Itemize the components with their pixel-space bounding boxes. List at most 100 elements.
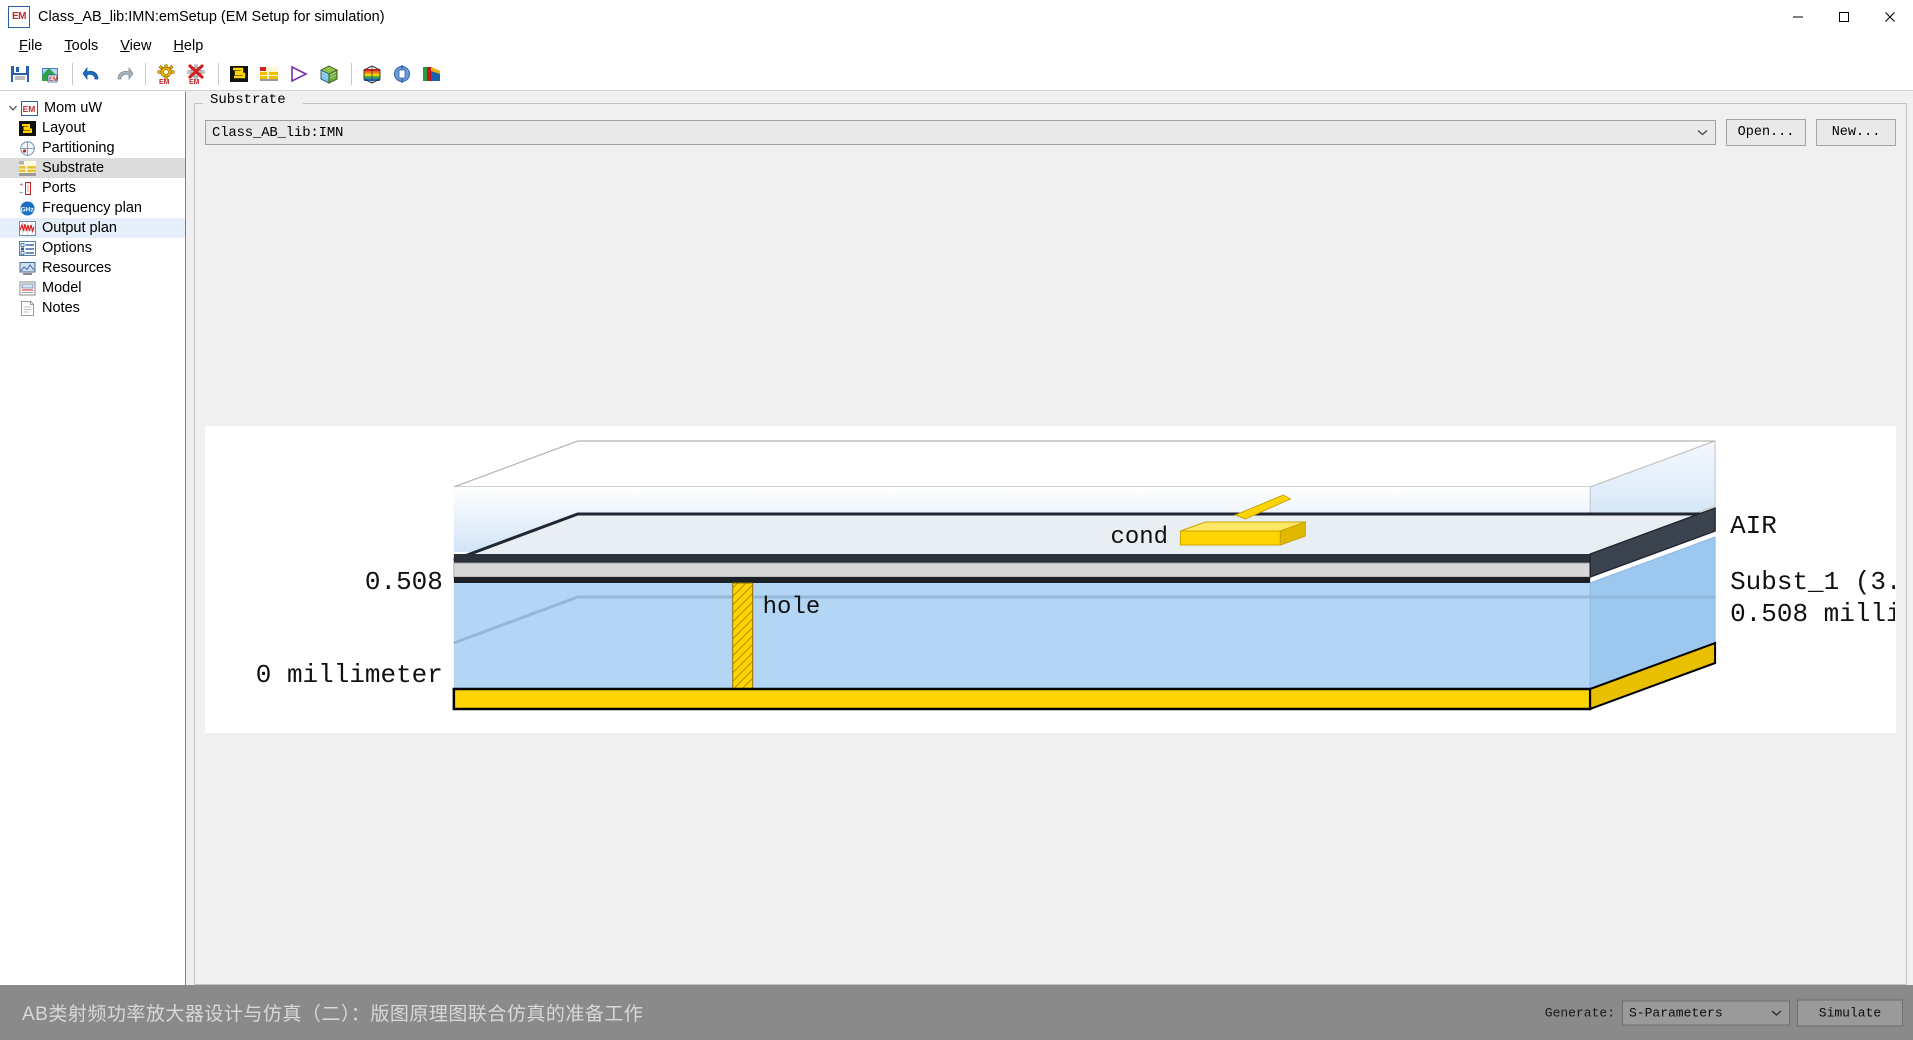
output-plan-icon: [18, 220, 37, 237]
window-controls: [1775, 0, 1913, 33]
menu-view[interactable]: View: [109, 36, 162, 56]
app-icon: EM: [8, 5, 30, 28]
sidebar-item-model[interactable]: Model: [0, 278, 185, 298]
substrate-icon: [18, 160, 37, 177]
notes-icon: [18, 300, 37, 317]
ports-icon[interactable]: [388, 60, 416, 88]
em-delete-icon[interactable]: EM: [182, 60, 210, 88]
new-button[interactable]: New...: [1816, 119, 1896, 146]
title-bar: EM Class_AB_lib:IMN:emSetup (EM Setup fo…: [0, 0, 1913, 34]
sidebar-label: Frequency plan: [42, 199, 142, 216]
em-settings-icon[interactable]: EM: [152, 60, 180, 88]
toolbar-separator: [72, 63, 73, 85]
layout-icon: [18, 120, 37, 137]
groupbox-content: Class_AB_lib:IMN Open... New... 0.508 0 …: [195, 103, 1906, 984]
sidebar-label: Resources: [42, 259, 112, 276]
toolbar: EM EM EM: [0, 58, 1913, 91]
ghz-icon: GHz: [18, 200, 37, 217]
air-label: AIR: [1730, 511, 1777, 541]
svg-text:+: +: [20, 182, 24, 188]
chevron-down-icon[interactable]: [1697, 121, 1708, 144]
svg-text:EM: EM: [49, 77, 58, 83]
ports-icon: + –: [18, 180, 37, 197]
generate-label: Generate:: [1544, 1005, 1615, 1020]
options-icon: [18, 240, 37, 257]
substrate-cross-section: 0.508 0 millimeter AIR Subst_1 (3.38) 0.…: [206, 427, 1895, 732]
main-body: EM Mom uW Layout Partitioning Substrate …: [0, 91, 1913, 985]
generate-controls: Generate: S-Parameters Simulate: [1545, 999, 1903, 1026]
svg-text:EM: EM: [23, 104, 36, 114]
substrate-label: Subst_1 (3.38): [1730, 567, 1895, 597]
simulate-button[interactable]: Simulate: [1797, 999, 1903, 1026]
sidebar-item-resources[interactable]: Resources: [0, 258, 185, 278]
substrate-combo[interactable]: Class_AB_lib:IMN: [205, 120, 1716, 145]
layout-icon[interactable]: [225, 60, 253, 88]
watermark-text: AB类射频功率放大器设计与仿真（二）：版图原理图联合仿真的准备工作: [22, 1004, 644, 1025]
menu-file[interactable]: File: [8, 36, 53, 56]
substrate-3d-view[interactable]: 0.508 0 millimeter AIR Subst_1 (3.38) 0.…: [205, 426, 1896, 733]
em-setup-window: EM Class_AB_lib:IMN:emSetup (EM Setup fo…: [0, 0, 1913, 1040]
hole-label: hole: [763, 594, 821, 621]
svg-text:–: –: [20, 190, 24, 196]
status-bar: AB类射频功率放大器设计与仿真（二）：版图原理图联合仿真的准备工作 Genera…: [0, 985, 1913, 1040]
svg-text:EM: EM: [159, 79, 170, 85]
substrate-icon[interactable]: [255, 60, 283, 88]
expand-chevron-icon[interactable]: [6, 103, 20, 113]
minimize-button[interactable]: [1775, 0, 1821, 33]
menu-bar: File Tools View Help: [0, 34, 1913, 58]
tree-root-label: Mom uW: [44, 99, 102, 116]
sidebar-label: Notes: [42, 299, 80, 316]
sidebar-label: Substrate: [42, 159, 105, 176]
svg-text:GHz: GHz: [21, 206, 35, 213]
height-label-bottom: 0 millimeter: [256, 660, 443, 690]
substrate-thickness-label: 0.508 millimeter: [1730, 599, 1895, 629]
sidebar-item-frequency-plan[interactable]: GHz Frequency plan: [0, 198, 185, 218]
em-icon: EM: [20, 100, 39, 117]
generate-combo-value: S-Parameters: [1629, 1005, 1723, 1020]
groupbox-label: Substrate: [205, 92, 291, 108]
sidebar-label: Partitioning: [42, 139, 115, 156]
resources-icon: [18, 260, 37, 277]
sidebar-item-partitioning[interactable]: Partitioning: [0, 138, 185, 158]
rainbow-cube-icon[interactable]: [358, 60, 386, 88]
mesh-cube-icon[interactable]: [315, 60, 343, 88]
save-icon[interactable]: [6, 60, 34, 88]
sidebar-label: Output plan: [42, 219, 117, 236]
toolbar-separator: [145, 63, 146, 85]
generate-combo[interactable]: S-Parameters: [1622, 1000, 1790, 1025]
chevron-down-icon[interactable]: [1771, 1001, 1782, 1024]
sidebar-item-notes[interactable]: Notes: [0, 298, 185, 318]
sidebar-item-layout[interactable]: Layout: [0, 118, 185, 138]
close-button[interactable]: [1867, 0, 1913, 33]
substrate-combo-value: Class_AB_lib:IMN: [212, 124, 344, 141]
partitioning-icon: [18, 140, 37, 157]
undo-icon[interactable]: [79, 60, 107, 88]
maximize-button[interactable]: [1821, 0, 1867, 33]
sidebar-item-ports[interactable]: + – Ports: [0, 178, 185, 198]
window-title: Class_AB_lib:IMN:emSetup (EM Setup for s…: [38, 8, 385, 25]
setup-tree: EM Mom uW Layout Partitioning Substrate …: [0, 91, 186, 985]
model-icon: [18, 280, 37, 297]
tree-root-mom-uw[interactable]: EM Mom uW: [0, 98, 185, 118]
substrate-canvas-wrap: 0.508 0 millimeter AIR Subst_1 (3.38) 0.…: [205, 146, 1896, 974]
sidebar-item-options[interactable]: Options: [0, 238, 185, 258]
save-em-icon[interactable]: EM: [36, 60, 64, 88]
conductor-label: cond: [1110, 524, 1168, 551]
toolbar-separator: [218, 63, 219, 85]
menu-help[interactable]: Help: [162, 36, 214, 56]
substrate-editor: Substrate Class_AB_lib:IMN Open... New..…: [186, 91, 1913, 985]
menu-tools[interactable]: Tools: [53, 36, 109, 56]
sidebar-label: Ports: [42, 179, 76, 196]
sidebar-item-output-plan[interactable]: Output plan: [0, 218, 185, 238]
palette-icon[interactable]: [418, 60, 446, 88]
height-label-top: 0.508: [365, 567, 443, 597]
groupbox-top-border: [195, 103, 1906, 104]
simulate-icon[interactable]: [285, 60, 313, 88]
sidebar-label: Layout: [42, 119, 86, 136]
redo-icon[interactable]: [109, 60, 137, 88]
open-button[interactable]: Open...: [1726, 119, 1806, 146]
substrate-groupbox: Substrate Class_AB_lib:IMN Open... New..…: [194, 92, 1907, 985]
sidebar-item-substrate[interactable]: Substrate: [0, 158, 185, 178]
svg-text:EM: EM: [189, 79, 200, 85]
substrate-selector-row: Class_AB_lib:IMN Open... New...: [205, 119, 1896, 146]
